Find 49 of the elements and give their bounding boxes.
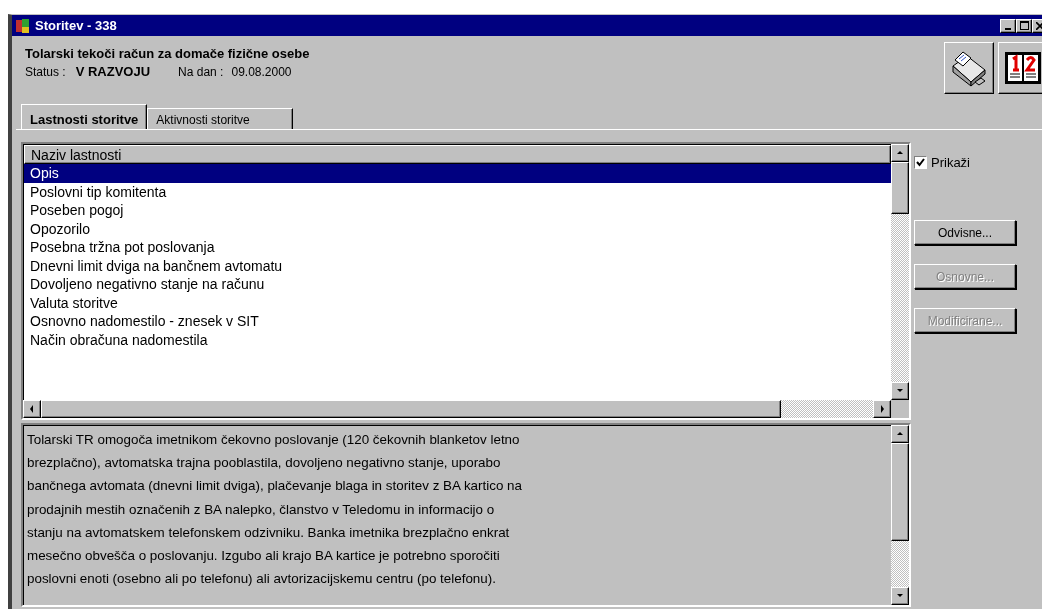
date-label: Na dan : — [178, 65, 224, 79]
maximize-icon — [1019, 21, 1029, 30]
print-button[interactable] — [944, 42, 994, 94]
action-button[interactable]: Odvisne... — [914, 220, 1016, 245]
description-line: poslovni enoti (osebno ali po telefonu) ali avtorizacijskemu centru (po telefonu). — [27, 570, 497, 589]
tab[interactable]: Aktivnosti storitve — [147, 108, 294, 129]
scroll-left-button[interactable] — [23, 400, 41, 418]
show-checkbox[interactable]: Prikaži — [914, 155, 1018, 170]
date-value: 09.08.2000 — [231, 65, 292, 79]
scrollbar-thumb[interactable] — [891, 162, 909, 214]
status-label: Status : — [25, 65, 66, 79]
list-item[interactable]: Način obračuna nadomestila — [24, 330, 891, 349]
list-item[interactable]: Dnevni limit dviga na bančnem avtomatu — [24, 256, 891, 275]
description-line: bančnega avtomata (dnevni limit dviga), plačevanje blaga in storitev z BA kartico na — [27, 477, 523, 496]
list-item[interactable]: Valuta storitve — [24, 293, 891, 312]
tab[interactable]: Lastnosti storitve — [21, 104, 148, 129]
close-icon — [1036, 21, 1042, 30]
description-line: brezplačno), avtomatska trajna pooblastila, dovoljeno negativno stanje, uporabo — [27, 454, 502, 473]
description-line: mesečno obvešča o poslovanju. Izgubo ali krajo BA kartice je potrebno sporočiti — [27, 547, 501, 565]
scroll-right-button[interactable] — [873, 400, 891, 418]
description-box[interactable] — [21, 423, 911, 607]
description-line: stanju na avtomatskem telefonskem odzivniku. Banka imetnika brezplačno enkrat — [27, 523, 511, 542]
list-item[interactable]: Osnovno nadomestilo - znesek v SIT — [24, 312, 891, 331]
scrollbar-thumb[interactable] — [41, 400, 781, 418]
scrollbar-corner — [891, 400, 909, 418]
list-item[interactable]: Poseben pogoj — [24, 201, 891, 220]
service-name: Tolarski tekoči račun za domače fizične osebe — [25, 46, 311, 61]
minimize-button[interactable] — [1000, 18, 1016, 33]
list-item[interactable]: Opis — [24, 164, 891, 183]
checkmark-icon — [916, 158, 925, 167]
checkbox-label: Prikaži — [931, 155, 970, 170]
scroll-up-button[interactable] — [891, 425, 909, 443]
list-item[interactable]: Dovoljeno negativno stanje na računu — [24, 275, 891, 294]
list-item[interactable]: Posebna tržna pot poslovanja — [24, 238, 891, 257]
status-value: V RAZVOJU — [75, 64, 151, 79]
minimize-icon — [1005, 27, 1011, 30]
scroll-down-button[interactable] — [891, 587, 909, 605]
description-line: Tolarski TR omogoča imetnikom čekovno poslovanje (120 čekovnih blanketov letno — [27, 431, 521, 449]
window-title: Storitev - 338 — [35, 18, 117, 33]
calendar-button[interactable] — [998, 42, 1042, 94]
column-header[interactable]: Naziv lastnosti — [24, 145, 891, 164]
list-item[interactable]: Poslovni tip komitenta — [24, 182, 891, 201]
description-line: prodajnih mestih označenih z BA nalepko, članstvo v Teledomu in informacijo o — [27, 500, 496, 519]
scroll-down-button[interactable] — [891, 382, 909, 400]
list-item[interactable]: Opozorilo — [24, 219, 891, 238]
scroll-up-button[interactable] — [891, 144, 909, 162]
app-icon — [15, 17, 31, 34]
scrollbar-thumb[interactable] — [891, 443, 909, 541]
maximize-button[interactable] — [1016, 18, 1032, 33]
